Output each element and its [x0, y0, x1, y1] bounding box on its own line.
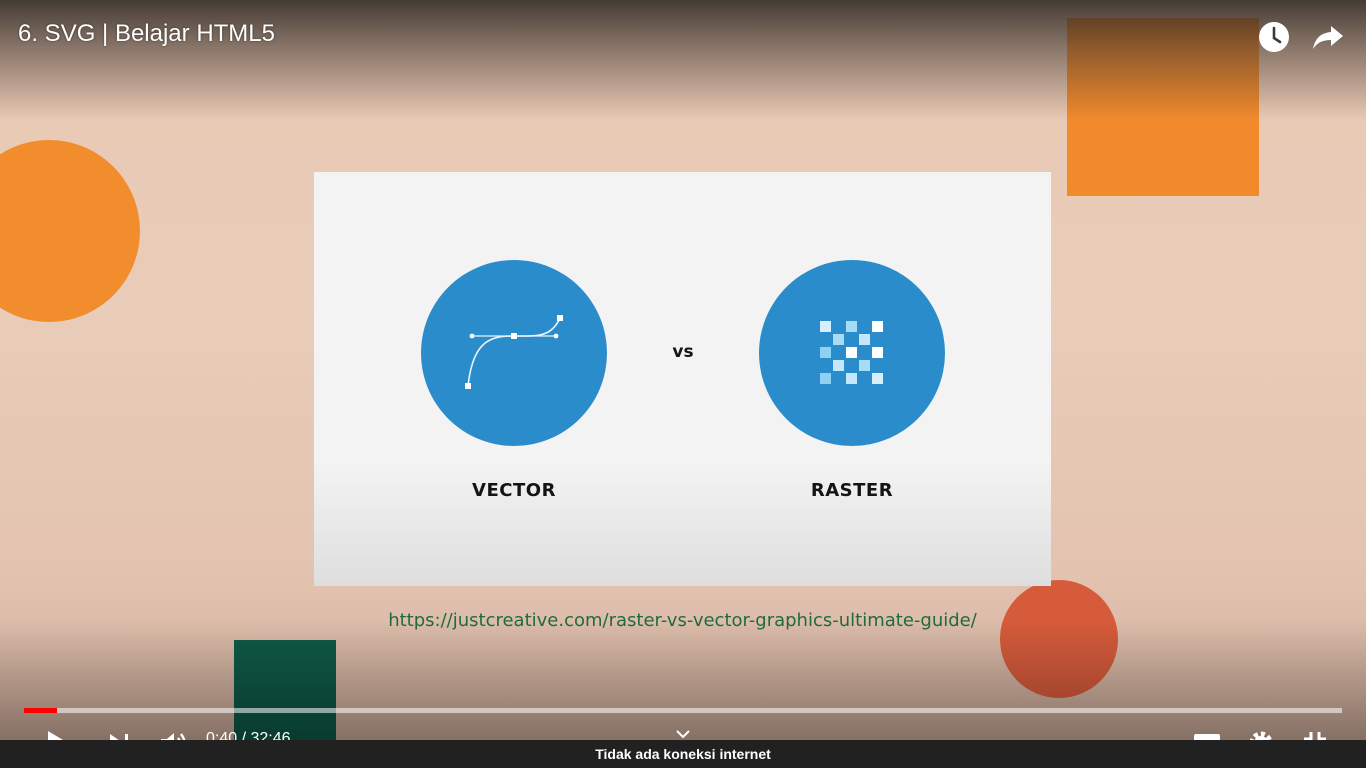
watch-later-button[interactable] — [1255, 18, 1293, 56]
share-arrow-icon — [1313, 26, 1343, 49]
vector-label: VECTOR — [472, 480, 556, 501]
source-url-text: https://justcreative.com/raster-vs-vecto… — [388, 610, 977, 631]
raster-label: RASTER — [810, 480, 894, 501]
orange-square-decoration — [1067, 18, 1259, 196]
chevron-down-icon — [676, 730, 690, 739]
pixel-grid-icon — [820, 321, 883, 384]
raster-illustration — [759, 260, 945, 446]
orange-circle-decoration — [0, 140, 140, 322]
versus-text: vs — [672, 342, 694, 362]
video-slide: vs VECTOR RASTER — [314, 172, 1051, 586]
progress-bar[interactable] — [24, 708, 1342, 713]
video-title[interactable]: 6. SVG | Belajar HTML5 — [18, 20, 275, 48]
red-circle-decoration — [1000, 580, 1118, 698]
progress-played — [24, 708, 57, 713]
share-button[interactable] — [1309, 18, 1347, 56]
offline-notification: Tidak ada koneksi internet — [0, 740, 1366, 768]
video-player[interactable]: vs VECTOR RASTER https://justcreative.co… — [0, 0, 1366, 768]
clock-icon — [1259, 22, 1289, 52]
vector-illustration — [421, 260, 607, 446]
bezier-curve-icon — [465, 315, 563, 389]
